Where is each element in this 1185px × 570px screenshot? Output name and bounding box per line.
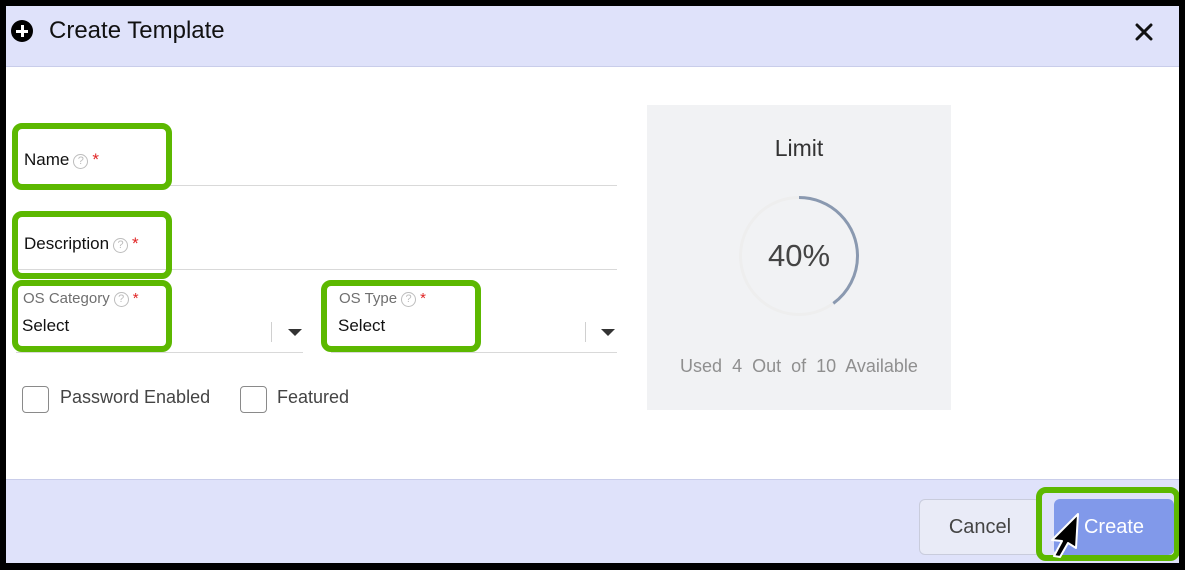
plus-circle-icon bbox=[11, 20, 33, 42]
description-underline bbox=[16, 269, 617, 270]
os-type-value: Select bbox=[338, 316, 386, 335]
description-label: Description? * bbox=[24, 234, 139, 253]
name-underline bbox=[16, 185, 617, 186]
usage-percent: 40% bbox=[767, 238, 831, 273]
password-enabled-checkbox[interactable] bbox=[22, 386, 49, 413]
used-prefix: Used bbox=[680, 356, 723, 376]
os-type-label: OS Type? * bbox=[339, 290, 426, 307]
help-icon[interactable]: ? bbox=[73, 154, 89, 169]
featured-label[interactable]: Featured bbox=[277, 387, 349, 408]
limit-card: Limit 40% Used 4 Out of 10 Available bbox=[647, 105, 951, 410]
limit-title: Limit bbox=[774, 135, 824, 161]
used-count: 4 bbox=[732, 356, 743, 376]
os-category-label: OS Category? * bbox=[23, 290, 139, 307]
os-category-select[interactable]: OS Category? * Select bbox=[16, 286, 303, 353]
total-count: 10 bbox=[816, 356, 837, 376]
cancel-button[interactable]: Cancel bbox=[919, 499, 1041, 555]
required-marker: * bbox=[132, 290, 139, 307]
usage-text: Used 4 Out of 10 Available bbox=[647, 356, 951, 377]
required-marker: * bbox=[420, 290, 426, 307]
os-category-value: Select bbox=[22, 316, 70, 335]
help-icon[interactable]: ? bbox=[401, 292, 417, 307]
dialog-title: Create Template bbox=[49, 17, 225, 44]
dialog-header: Create Template bbox=[6, 6, 1179, 67]
description-field[interactable]: Description? * bbox=[16, 218, 617, 270]
password-enabled-label[interactable]: Password Enabled bbox=[60, 387, 210, 408]
dialog-footer: Cancel Create bbox=[6, 479, 1179, 563]
out-of-text: Out of bbox=[752, 356, 807, 376]
name-label: Name? * bbox=[24, 150, 99, 169]
create-button[interactable]: Create bbox=[1054, 499, 1174, 555]
chevron-down-icon[interactable] bbox=[288, 329, 302, 336]
os-type-select[interactable]: OS Type? * Select bbox=[331, 286, 617, 353]
available-text: Available bbox=[845, 356, 918, 376]
os-category-underline bbox=[16, 352, 303, 353]
close-icon[interactable] bbox=[1130, 18, 1158, 46]
help-icon[interactable]: ? bbox=[113, 238, 129, 253]
create-template-dialog: Create Template Name? * Description? * OS … bbox=[6, 6, 1179, 563]
featured-checkbox[interactable] bbox=[240, 386, 267, 413]
os-type-underline bbox=[331, 352, 617, 353]
required-marker: * bbox=[92, 150, 99, 169]
help-icon[interactable]: ? bbox=[113, 292, 129, 307]
select-divider bbox=[271, 322, 272, 342]
select-divider bbox=[585, 322, 586, 342]
chevron-down-icon[interactable] bbox=[601, 329, 615, 336]
required-marker: * bbox=[132, 234, 139, 253]
name-field[interactable]: Name? * bbox=[16, 134, 617, 186]
